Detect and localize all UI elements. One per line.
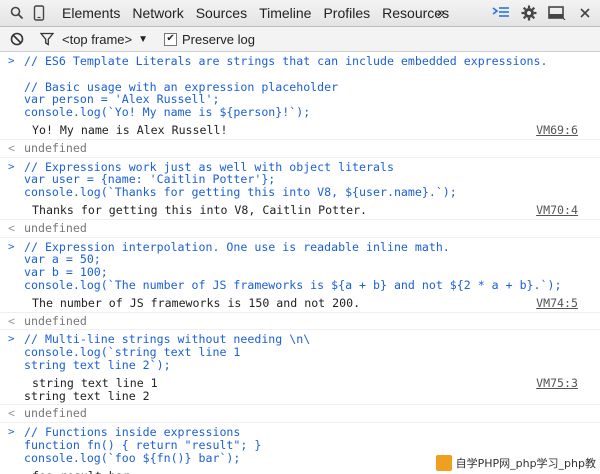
input-line: console.log(`Thanks for getting this int…	[24, 185, 457, 200]
tab-profiles[interactable]: Profiles	[317, 5, 376, 21]
dock-side-icon[interactable]	[546, 2, 568, 24]
panel-tabs: Elements Network Sources Timeline Profiles Re…	[56, 5, 455, 21]
console-input[interactable]: >// Multi-line strings without needing \…	[0, 330, 600, 374]
frame-selector-value: <top frame>	[62, 31, 133, 47]
output-line: The number of JS frameworks is 150 and n…	[32, 295, 361, 310]
prompt-chevron-icon: >	[8, 332, 15, 346]
input-line: // ES6 Template Literals are strings tha…	[24, 54, 548, 68]
result-value: undefined	[24, 406, 87, 421]
console-entry: >// Multi-line strings without needing \…	[0, 330, 600, 406]
input-line: var a = 50;	[24, 252, 101, 267]
tab-elements[interactable]: Elements	[56, 5, 126, 21]
console-input[interactable]: > // ES6 Template Literals are strings th…	[0, 52, 600, 122]
console-result: < undefined	[0, 405, 600, 424]
output-line: Yo! My name is Alex Russell!	[32, 122, 228, 137]
console-result: < undefined	[0, 220, 600, 238]
watermark: 自学PHP网_php学习_php教	[431, 452, 600, 474]
input-line: function fn() { return "result"; }	[24, 437, 262, 452]
preserve-log-label: Preserve log	[182, 31, 255, 47]
console-input[interactable]: > // Expression interpolation. One use is…	[0, 238, 600, 295]
input-line	[24, 68, 600, 81]
show-drawer-icon[interactable]	[490, 2, 512, 24]
source-link[interactable]: VM75:3	[536, 376, 578, 390]
close-icon[interactable]	[574, 2, 596, 24]
tab-timeline[interactable]: Timeline	[253, 5, 317, 21]
console-output: string text line 1 string text line 2 VM75…	[0, 375, 600, 405]
device-mode-icon[interactable]	[28, 2, 50, 24]
console-entry: >// Expressions work just as well with o…	[0, 158, 600, 220]
tab-sources[interactable]: Sources	[190, 5, 253, 21]
devtools-tabbar: Elements Network Sources Timeline Profiles Re…	[0, 0, 600, 27]
gear-icon[interactable]	[518, 2, 540, 24]
prompt-chevron-icon: >	[8, 239, 15, 253]
tab-network[interactable]: Network	[126, 5, 189, 21]
tabbar-actions	[490, 2, 596, 24]
result-chevron-icon: <	[8, 406, 15, 421]
result-value: undefined	[24, 313, 87, 328]
output-line: string text line 1	[32, 375, 158, 390]
prompt-chevron-icon: >	[8, 54, 15, 67]
console-output: Yo! My name is Alex Russell! VM69:6	[0, 122, 600, 139]
result-chevron-icon: <	[8, 220, 15, 235]
preserve-log-checkbox[interactable]: ✔	[164, 32, 178, 46]
result-chevron-icon: <	[8, 313, 15, 328]
chevron-down-icon: ▼	[138, 33, 149, 45]
search-icon[interactable]	[6, 2, 28, 24]
input-line: // Expression interpolation. One use is …	[24, 239, 450, 254]
frame-selector[interactable]: <top frame> ▼	[62, 32, 148, 47]
tabs-overflow-button[interactable]: »	[437, 4, 445, 20]
watermark-text: 自学PHP网_php学习_php教	[455, 457, 596, 470]
result-value: undefined	[24, 140, 87, 155]
input-line: string text line 2`);	[24, 357, 171, 372]
result-chevron-icon: <	[8, 140, 15, 155]
filter-icon[interactable]	[36, 28, 58, 50]
input-line: // Functions inside expressions	[24, 425, 241, 440]
console-entry: > // ES6 Template Literals are strings th…	[0, 52, 600, 140]
watermark-logo	[435, 455, 452, 471]
clear-console-icon[interactable]	[6, 28, 28, 50]
console-output: Thanks for getting this into V8, Caitlin…	[0, 202, 600, 219]
output-line: string text line 2	[24, 388, 150, 403]
console-output: The number of JS frameworks is 150 and n…	[0, 295, 600, 312]
input-line: console.log(`The number of JS frameworks…	[24, 277, 562, 292]
console-entry: > // Expression interpolation. One use is…	[0, 238, 600, 313]
output-line: Thanks for getting this into V8, Caitlin…	[32, 202, 368, 217]
console-toolbar: <top frame> ▼ ✔ Preserve log	[0, 27, 600, 52]
console-result: < undefined	[0, 140, 600, 158]
prompt-chevron-icon: >	[8, 159, 15, 173]
console-result: < undefined	[0, 313, 600, 331]
console-messages: > // ES6 Template Literals are strings th…	[0, 52, 600, 474]
prompt-chevron-icon: >	[8, 425, 15, 439]
input-line: console.log(`Yo! My name is ${person}!`)…	[24, 105, 311, 120]
source-link[interactable]: VM70:4	[536, 204, 578, 217]
result-value: undefined	[24, 220, 87, 235]
console-input[interactable]: >// Expressions work just as well with o…	[0, 158, 600, 202]
source-link[interactable]: VM74:5	[536, 296, 578, 310]
source-link[interactable]: VM69:6	[536, 124, 578, 137]
